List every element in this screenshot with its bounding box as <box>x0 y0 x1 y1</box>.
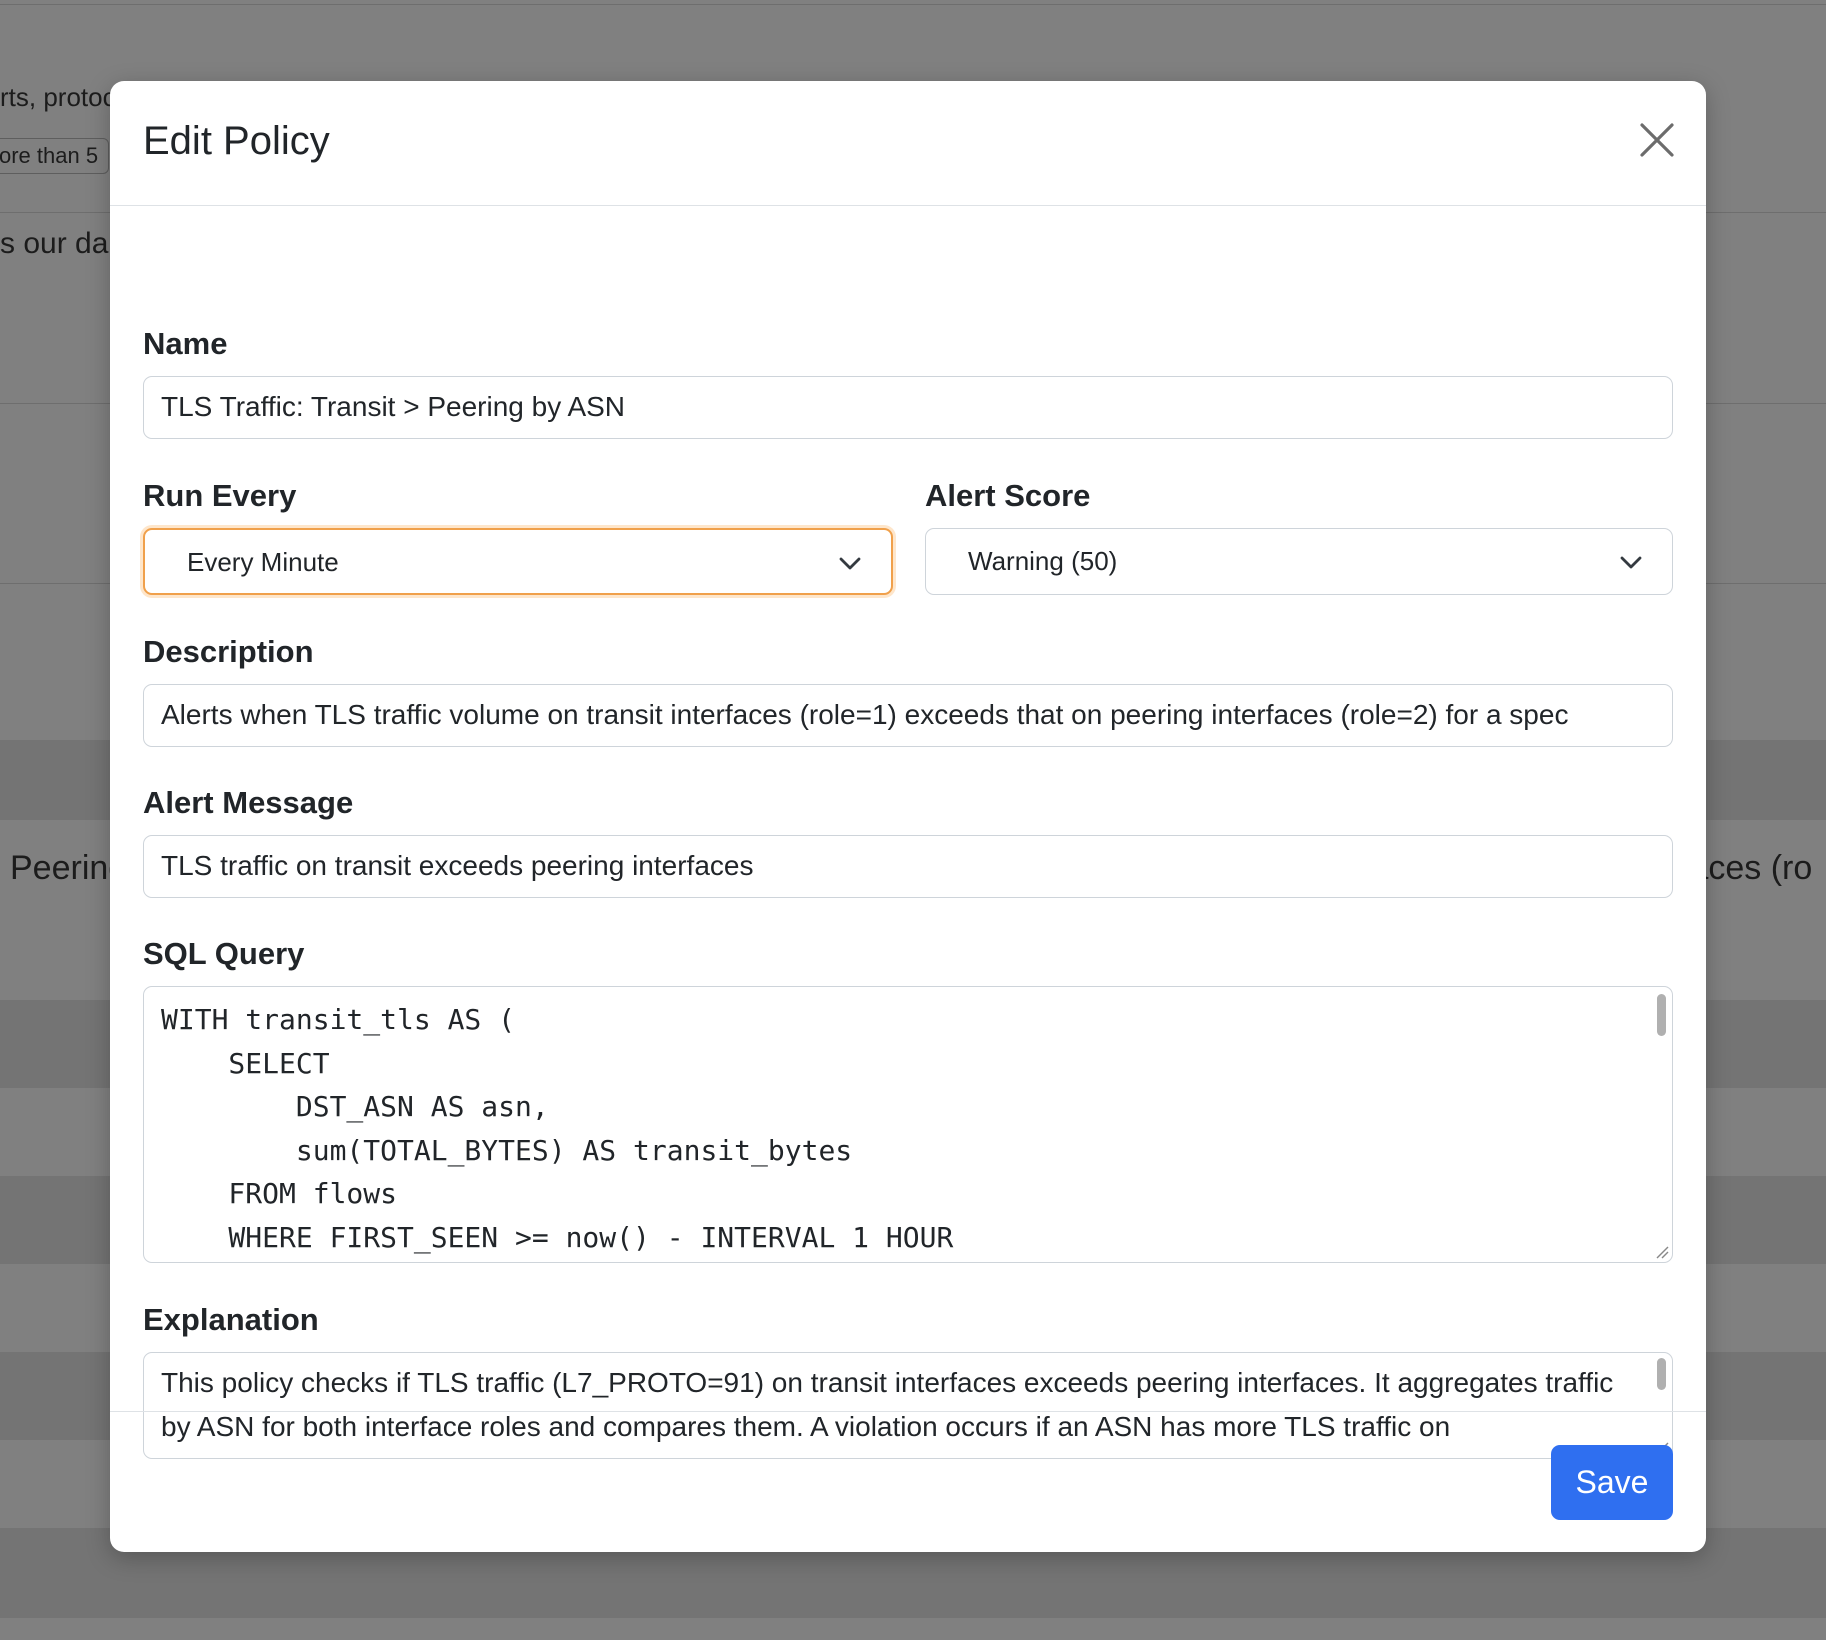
alert-score-value: Warning (50) <box>968 546 1118 576</box>
sql-query-text: WITH transit_tls AS ( SELECT DST_ASN AS … <box>161 1003 954 1254</box>
sql-query-textarea[interactable]: WITH transit_tls AS ( SELECT DST_ASN AS … <box>143 986 1673 1263</box>
description-input[interactable]: Alerts when TLS traffic volume on transi… <box>143 684 1673 747</box>
resize-handle-icon[interactable] <box>1652 1242 1670 1260</box>
description-label: Description <box>143 634 314 669</box>
modal-title: Edit Policy <box>143 119 330 163</box>
modal-header: Edit Policy <box>110 81 1706 206</box>
bg-text: s our da <box>0 227 109 260</box>
save-button[interactable]: Save <box>1551 1445 1673 1520</box>
alert-score-select[interactable]: Warning (50) <box>925 528 1673 595</box>
alert-message-input[interactable]: TLS traffic on transit exceeds peering i… <box>143 835 1673 898</box>
explanation-scrollbar[interactable] <box>1657 1358 1666 1390</box>
bg-divider <box>0 4 1826 5</box>
chevron-down-icon <box>839 557 861 570</box>
close-button[interactable] <box>1634 117 1680 163</box>
sql-query-label: SQL Query <box>143 936 305 971</box>
sql-scrollbar[interactable] <box>1657 994 1666 1036</box>
run-every-label: Run Every <box>143 478 297 513</box>
chevron-down-icon <box>1620 556 1642 569</box>
name-input[interactable]: TLS Traffic: Transit > Peering by ASN <box>143 376 1673 439</box>
bg-badge: ore than 5 <box>0 138 110 174</box>
alert-score-label: Alert Score <box>925 478 1091 513</box>
modal-footer: Save <box>110 1411 1706 1552</box>
close-icon <box>1640 123 1674 157</box>
run-every-select[interactable]: Every Minute <box>143 528 893 595</box>
name-label: Name <box>143 326 228 361</box>
bg-text: rts, protoc <box>0 82 116 112</box>
run-every-value: Every Minute <box>187 547 339 577</box>
explanation-label: Explanation <box>143 1302 319 1337</box>
alert-message-label: Alert Message <box>143 785 354 820</box>
edit-policy-modal: Edit Policy Name TLS Traffic: Transit > … <box>110 81 1706 1552</box>
